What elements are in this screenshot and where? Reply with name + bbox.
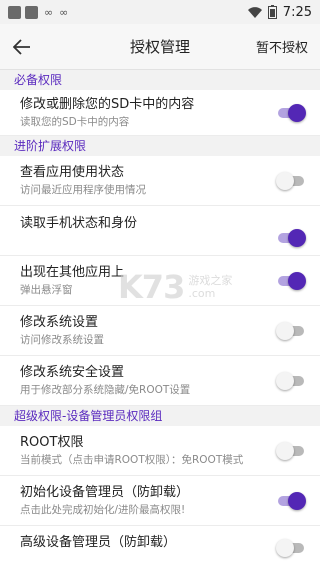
vpn-icon: ∞ bbox=[44, 5, 54, 19]
skip-authorization-button[interactable]: 暂不授权 bbox=[256, 37, 308, 56]
permission-toggle[interactable] bbox=[276, 103, 306, 123]
permission-row-overlay[interactable]: 出现在其他应用上 弹出悬浮窗 bbox=[0, 256, 320, 306]
permission-subtitle: 访问最近应用程序使用情况 bbox=[20, 184, 146, 196]
permission-subtitle: 读取您的SD卡中的内容 bbox=[20, 116, 130, 128]
permission-subtitle: 点击此处完成初始化/进阶最高权限! bbox=[20, 504, 186, 516]
permission-row-advanced-device-admin[interactable]: 高级设备管理员（防卸载） bbox=[0, 526, 320, 566]
permission-toggle[interactable] bbox=[276, 538, 306, 558]
wifi-icon bbox=[247, 6, 262, 18]
app-bar: 授权管理 暂不授权 bbox=[0, 24, 320, 70]
permission-row-secure-settings[interactable]: 修改系统安全设置 用于修改部分系统隐藏/免ROOT设置 bbox=[0, 356, 320, 406]
permission-row-phone-state[interactable]: 读取手机状态和身份 bbox=[0, 206, 320, 256]
permission-toggle[interactable] bbox=[276, 491, 306, 511]
permission-title: 修改系统设置 bbox=[20, 315, 99, 330]
battery-icon bbox=[267, 5, 277, 19]
permission-title: 出现在其他应用上 bbox=[20, 265, 125, 280]
permission-toggle[interactable] bbox=[276, 228, 306, 248]
arrow-left-icon bbox=[13, 38, 30, 55]
permission-subtitle: 访问修改系统设置 bbox=[20, 334, 104, 346]
permission-title: 读取手机状态和身份 bbox=[20, 216, 138, 231]
app-icon bbox=[25, 5, 38, 19]
permission-row-usage-stats[interactable]: 查看应用使用状态 访问最近应用程序使用情况 bbox=[0, 156, 320, 206]
permission-subtitle: 用于修改部分系统隐藏/免ROOT设置 bbox=[20, 384, 191, 396]
permission-row-device-admin-init[interactable]: 初始化设备管理员（防卸载） 点击此处完成初始化/进阶最高权限! bbox=[0, 476, 320, 526]
permission-subtitle: 当前模式（点击申请ROOT权限）：免ROOT模式 bbox=[20, 454, 244, 466]
clock: 7:25 bbox=[282, 4, 312, 20]
vpn-icon: ∞ bbox=[59, 5, 69, 19]
permission-toggle[interactable] bbox=[276, 371, 306, 391]
section-header-required: 必备权限 bbox=[0, 70, 320, 90]
permission-title: 修改系统安全设置 bbox=[20, 365, 125, 380]
permission-title: 查看应用使用状态 bbox=[20, 165, 125, 180]
permission-title: 初始化设备管理员（防卸载） bbox=[20, 485, 190, 500]
permission-title: 高级设备管理员（防卸载） bbox=[20, 535, 177, 550]
permission-toggle[interactable] bbox=[276, 171, 306, 191]
permission-toggle[interactable] bbox=[276, 321, 306, 341]
status-bar: ∞ ∞ 7:25 bbox=[0, 0, 320, 24]
permission-toggle[interactable] bbox=[276, 441, 306, 461]
permission-toggle[interactable] bbox=[276, 271, 306, 291]
section-header-super: 超级权限-设备管理员权限组 bbox=[0, 406, 320, 426]
permission-title: ROOT权限 bbox=[20, 435, 84, 450]
permission-subtitle: 弹出悬浮窗 bbox=[20, 284, 73, 296]
back-button[interactable] bbox=[0, 24, 44, 70]
permission-row-sd-card[interactable]: 修改或删除您的SD卡中的内容 读取您的SD卡中的内容 bbox=[0, 90, 320, 136]
section-header-advanced: 进阶扩展权限 bbox=[0, 136, 320, 156]
app-icon bbox=[8, 5, 21, 19]
permission-row-system-settings[interactable]: 修改系统设置 访问修改系统设置 bbox=[0, 306, 320, 356]
permission-list: 必备权限 修改或删除您的SD卡中的内容 读取您的SD卡中的内容 进阶扩展权限 查… bbox=[0, 70, 320, 566]
permission-title: 修改或删除您的SD卡中的内容 bbox=[20, 97, 195, 112]
permission-row-root[interactable]: ROOT权限 当前模式（点击申请ROOT权限）：免ROOT模式 bbox=[0, 426, 320, 476]
